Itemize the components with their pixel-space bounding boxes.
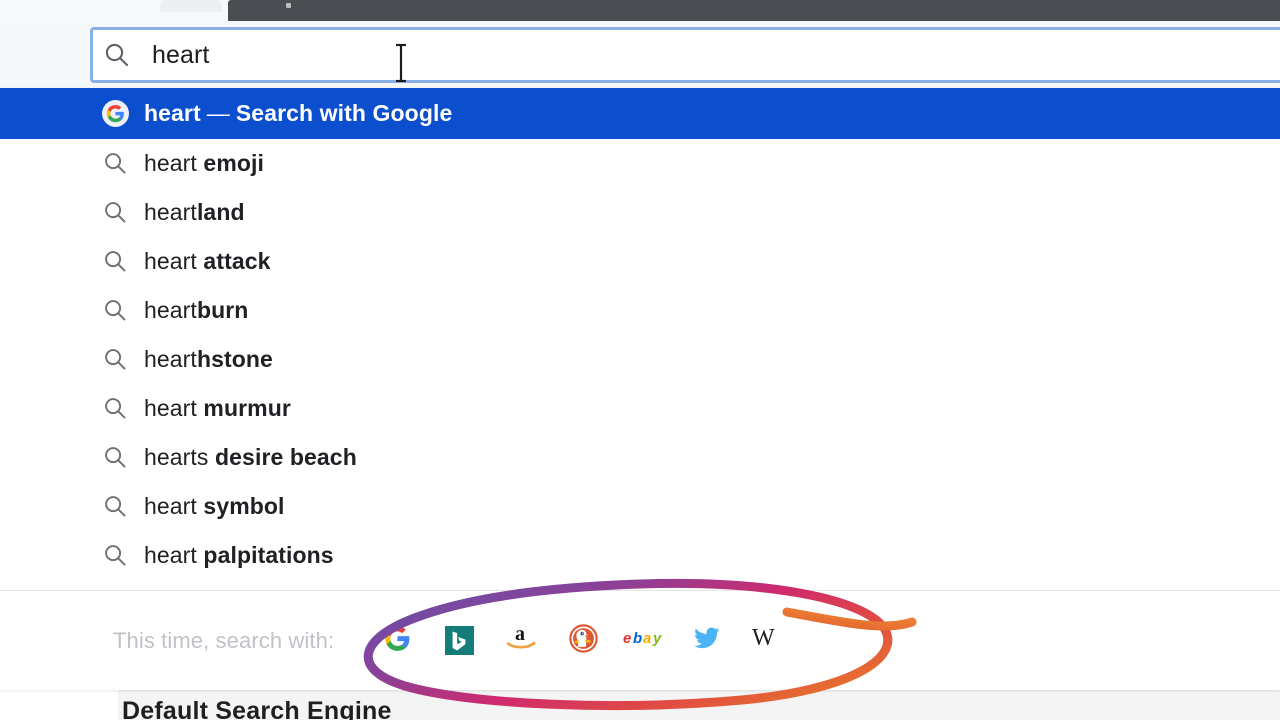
google-icon <box>101 100 129 128</box>
search-engine-icon-list: a e b a y W <box>366 617 800 665</box>
svg-text:e: e <box>623 630 631 647</box>
twitter-icon <box>692 625 722 656</box>
suggestion-label: heart murmur <box>144 395 291 421</box>
browser-chrome-strip <box>0 0 1280 22</box>
suggestion-row[interactable]: heartland <box>0 188 1280 237</box>
bing-icon <box>444 626 474 655</box>
engine-button-twitter[interactable] <box>676 617 738 665</box>
suggestion-label: heart symbol <box>144 493 285 519</box>
suggestion-label: heart attack <box>144 248 271 274</box>
search-icon <box>101 297 129 325</box>
suggestion-row[interactable]: hearthstone <box>0 335 1280 384</box>
browser-titlebar <box>228 0 1280 21</box>
suggestion-row[interactable]: heartburn <box>0 286 1280 335</box>
wikipedia-icon: W <box>752 625 786 656</box>
suggestion-label: heart palpitations <box>144 542 334 568</box>
omnibox[interactable]: heart <box>90 27 1280 83</box>
suggestion-row[interactable]: heart murmur <box>0 384 1280 433</box>
suggestion-row[interactable]: heart attack <box>0 237 1280 286</box>
suggestion-row[interactable]: heart palpitations <box>0 531 1280 580</box>
suggestion-label: heart — Search with Google <box>144 100 453 126</box>
settings-left-rail <box>0 690 118 720</box>
engine-button-bing[interactable] <box>428 617 490 665</box>
page-title: Default Search Engine <box>122 697 392 720</box>
suggestion-label: hearthstone <box>144 346 273 372</box>
google-icon <box>384 625 411 657</box>
omnibox-input[interactable]: heart <box>152 41 209 70</box>
suggestion-row[interactable]: hearts desire beach <box>0 433 1280 482</box>
engine-button-duckduckgo[interactable] <box>552 617 614 665</box>
search-icon <box>101 395 129 423</box>
search-icon <box>101 150 129 178</box>
search-icon <box>101 199 129 227</box>
suggestion-row-search-with-google[interactable]: heart — Search with Google <box>0 88 1280 139</box>
suggestion-label: hearts desire beach <box>144 444 357 470</box>
engine-button-wikipedia[interactable]: W <box>738 617 800 665</box>
amazon-icon: a <box>504 623 538 658</box>
search-icon <box>101 444 129 472</box>
svg-text:W: W <box>752 625 775 651</box>
suggestion-label: heart emoji <box>144 150 264 176</box>
omnibox-suggestions-dropdown: heart — Search with Google heart emoji hea… <box>0 88 1280 690</box>
search-icon <box>101 493 129 521</box>
suggestion-label: heartburn <box>144 297 249 323</box>
svg-text:b: b <box>633 630 642 647</box>
text-caret-icon <box>393 42 409 84</box>
engine-button-google[interactable] <box>366 617 428 665</box>
svg-text:a: a <box>515 623 525 645</box>
engine-button-amazon[interactable]: a <box>490 617 552 665</box>
svg-text:y: y <box>652 630 662 647</box>
search-icon <box>104 42 130 68</box>
suggestion-row[interactable]: heart symbol <box>0 482 1280 531</box>
search-engine-switch-bar: This time, search with: a e b a y W <box>0 591 1280 690</box>
search-with-label: This time, search with: <box>113 627 335 653</box>
browser-window: heart Default Search Engine heart — Sear… <box>0 0 1280 720</box>
search-icon <box>101 248 129 276</box>
ebay-icon: e b a y <box>623 628 667 653</box>
suggestion-row[interactable]: heart emoji <box>0 139 1280 188</box>
duckduckgo-icon <box>568 623 598 658</box>
search-icon <box>101 346 129 374</box>
search-icon <box>101 542 129 570</box>
svg-text:a: a <box>643 630 651 647</box>
engine-button-ebay[interactable]: e b a y <box>614 617 676 665</box>
suggestion-label: heartland <box>144 199 245 225</box>
browser-tab[interactable] <box>160 0 222 12</box>
